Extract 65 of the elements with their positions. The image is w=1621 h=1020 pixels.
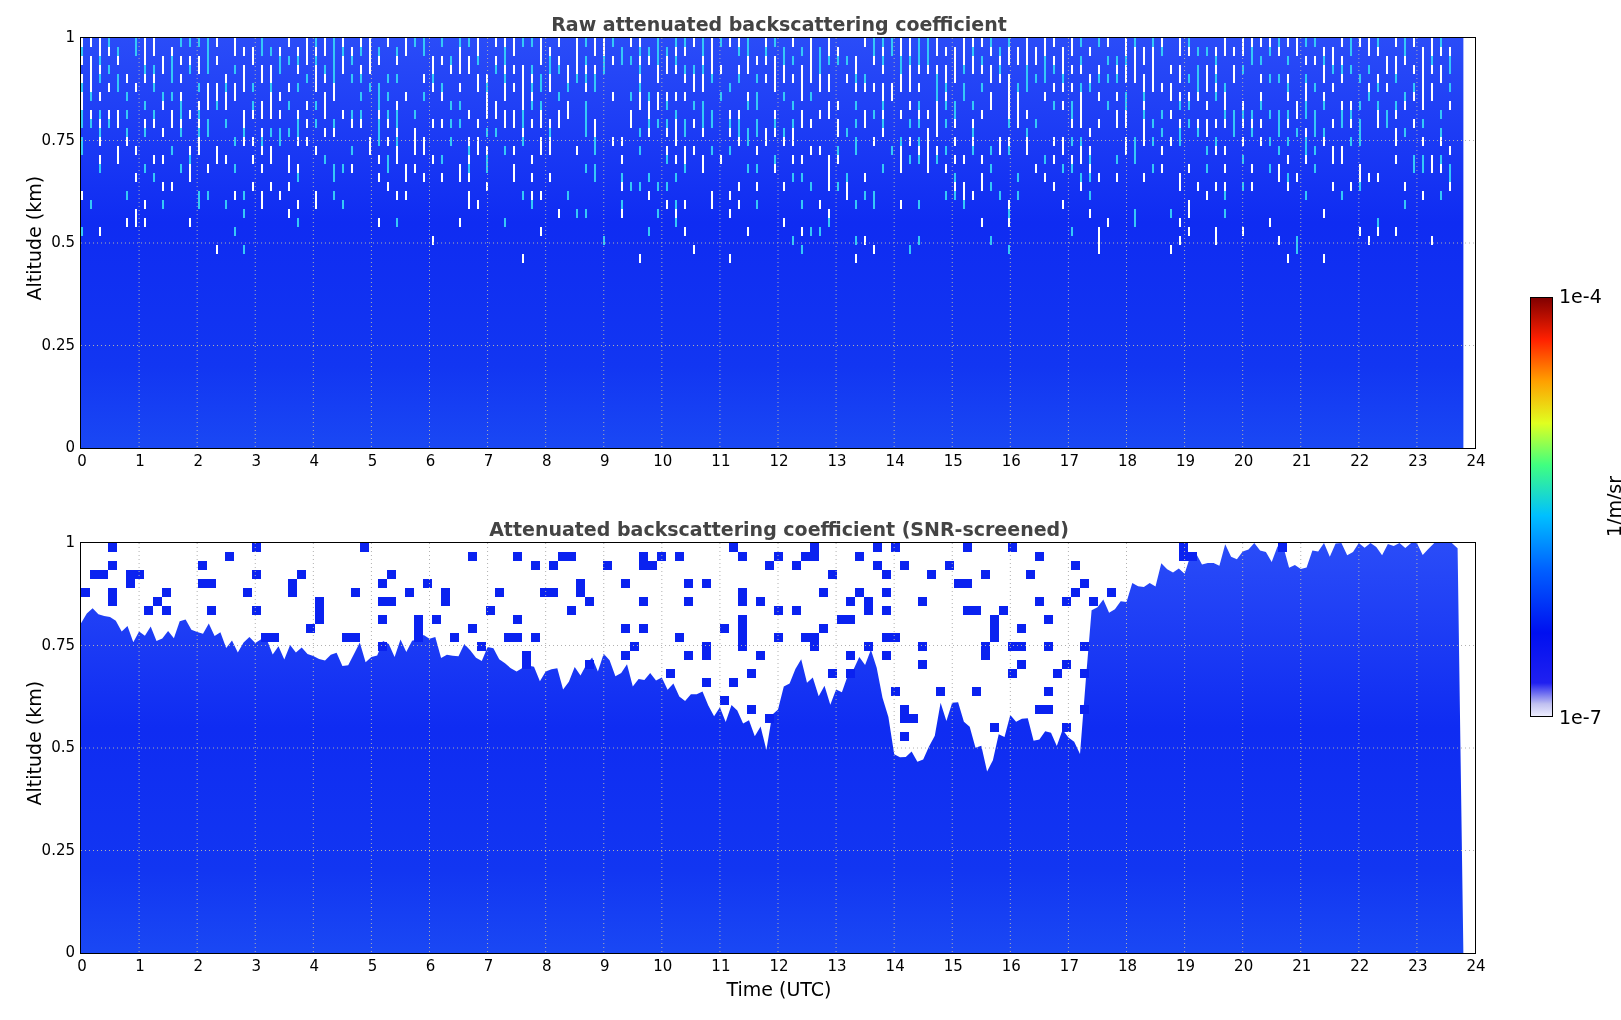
tick-label: 0.75 [41,637,75,653]
tick-label: 19 [1175,454,1197,469]
tick-label: 0.25 [41,337,75,353]
tick-label: 19 [1175,959,1197,974]
tick-label: 22 [1349,454,1371,469]
tick-label: 4 [308,959,321,974]
tick-label: 20 [1233,454,1255,469]
tick-label: 0.5 [51,235,75,250]
tick-label: 5 [366,959,379,974]
tick-label: 10 [652,454,674,469]
tick-label: 15 [942,454,964,469]
tick-label: 18 [1116,454,1139,469]
tick-label: 12 [768,959,790,974]
tick-label: 23 [1407,454,1429,469]
tick-label: 0.25 [41,842,75,858]
colorbar-label: 1e-7 [1559,708,1602,727]
tick-label: 17 [1058,959,1080,974]
tick-label: 3 [250,454,262,469]
plot-title: Raw attenuated backscattering coefficient [551,14,1007,34]
tick-label: 13 [826,959,848,974]
tick-label: 22 [1349,959,1371,974]
tick-label: 9 [598,959,611,974]
tick-label: 18 [1116,959,1139,974]
tick-label: 0 [76,454,88,469]
tick-label: 1 [134,959,146,974]
tick-label: 21 [1291,454,1313,469]
tick-label: 6 [424,454,437,469]
tick-label: 8 [540,454,553,469]
tick-label: 16 [1000,454,1022,469]
tick-label: 7 [482,454,495,469]
tick-label: 1 [65,30,75,45]
tick-label: 11 [710,959,732,974]
tick-label: 12 [768,454,790,469]
tick-label: 0 [65,440,75,455]
tick-label: 8 [540,959,553,974]
colorbar-label: 1e-4 [1559,287,1602,306]
tick-label: 1 [65,535,75,550]
tick-label: 1 [134,454,146,469]
tick-label: 13 [826,454,848,469]
tick-label: 21 [1291,959,1313,974]
tick-label: 6 [424,959,437,974]
tick-label: 0 [76,959,88,974]
tick-label: 24 [1465,959,1487,974]
tick-label: 11 [710,454,732,469]
axis-label: Time (UTC) [726,980,832,999]
tick-label: 16 [1000,959,1022,974]
tick-label: 14 [884,959,906,974]
tick-label: 4 [308,454,321,469]
tick-label: 14 [884,454,906,469]
tick-label: 9 [598,454,611,469]
tick-label: 17 [1058,454,1080,469]
tick-label: 0 [65,945,75,960]
tick-label: 7 [482,959,495,974]
tick-label: 2 [192,959,204,974]
tick-label: 3 [250,959,262,974]
tick-label: 5 [366,454,379,469]
tick-label: 15 [942,959,964,974]
tick-label: 10 [652,959,674,974]
plot-title: Attenuated backscattering coefficient (SNR-screened) [489,519,1069,539]
tick-label: 2 [192,454,204,469]
tick-label: 0.75 [41,132,75,148]
tick-label: 24 [1465,454,1487,469]
tick-label: 0.5 [51,740,75,755]
tick-label: 20 [1233,959,1255,974]
tick-label: 23 [1407,959,1429,974]
